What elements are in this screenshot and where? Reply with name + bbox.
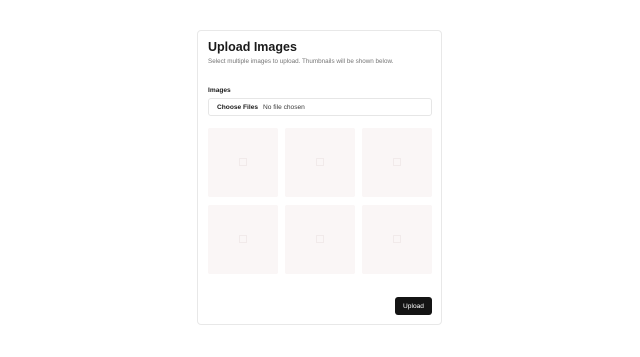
thumbnail-slot <box>362 128 432 197</box>
thumbnail-slot <box>362 205 432 274</box>
choose-files-button[interactable]: Choose Files <box>217 104 258 111</box>
image-placeholder-icon <box>393 235 401 243</box>
page-subtitle: Select multiple images to upload. Thumbn… <box>208 58 394 65</box>
upload-card: Upload Images Select multiple images to … <box>197 30 442 325</box>
thumbnail-slot <box>285 205 355 274</box>
image-placeholder-icon <box>316 235 324 243</box>
upload-button[interactable]: Upload <box>395 297 432 315</box>
thumbnail-slot <box>285 128 355 197</box>
thumbnail-slot <box>208 128 278 197</box>
file-input[interactable]: Choose Files No file chosen <box>208 98 432 116</box>
file-status-text: No file chosen <box>263 103 305 111</box>
image-placeholder-icon <box>239 235 247 243</box>
image-placeholder-icon <box>393 158 401 166</box>
image-placeholder-icon <box>316 158 324 166</box>
page-title: Upload Images <box>208 40 297 54</box>
thumbnail-slot <box>208 205 278 274</box>
image-placeholder-icon <box>239 158 247 166</box>
images-field-label: Images <box>208 87 231 94</box>
